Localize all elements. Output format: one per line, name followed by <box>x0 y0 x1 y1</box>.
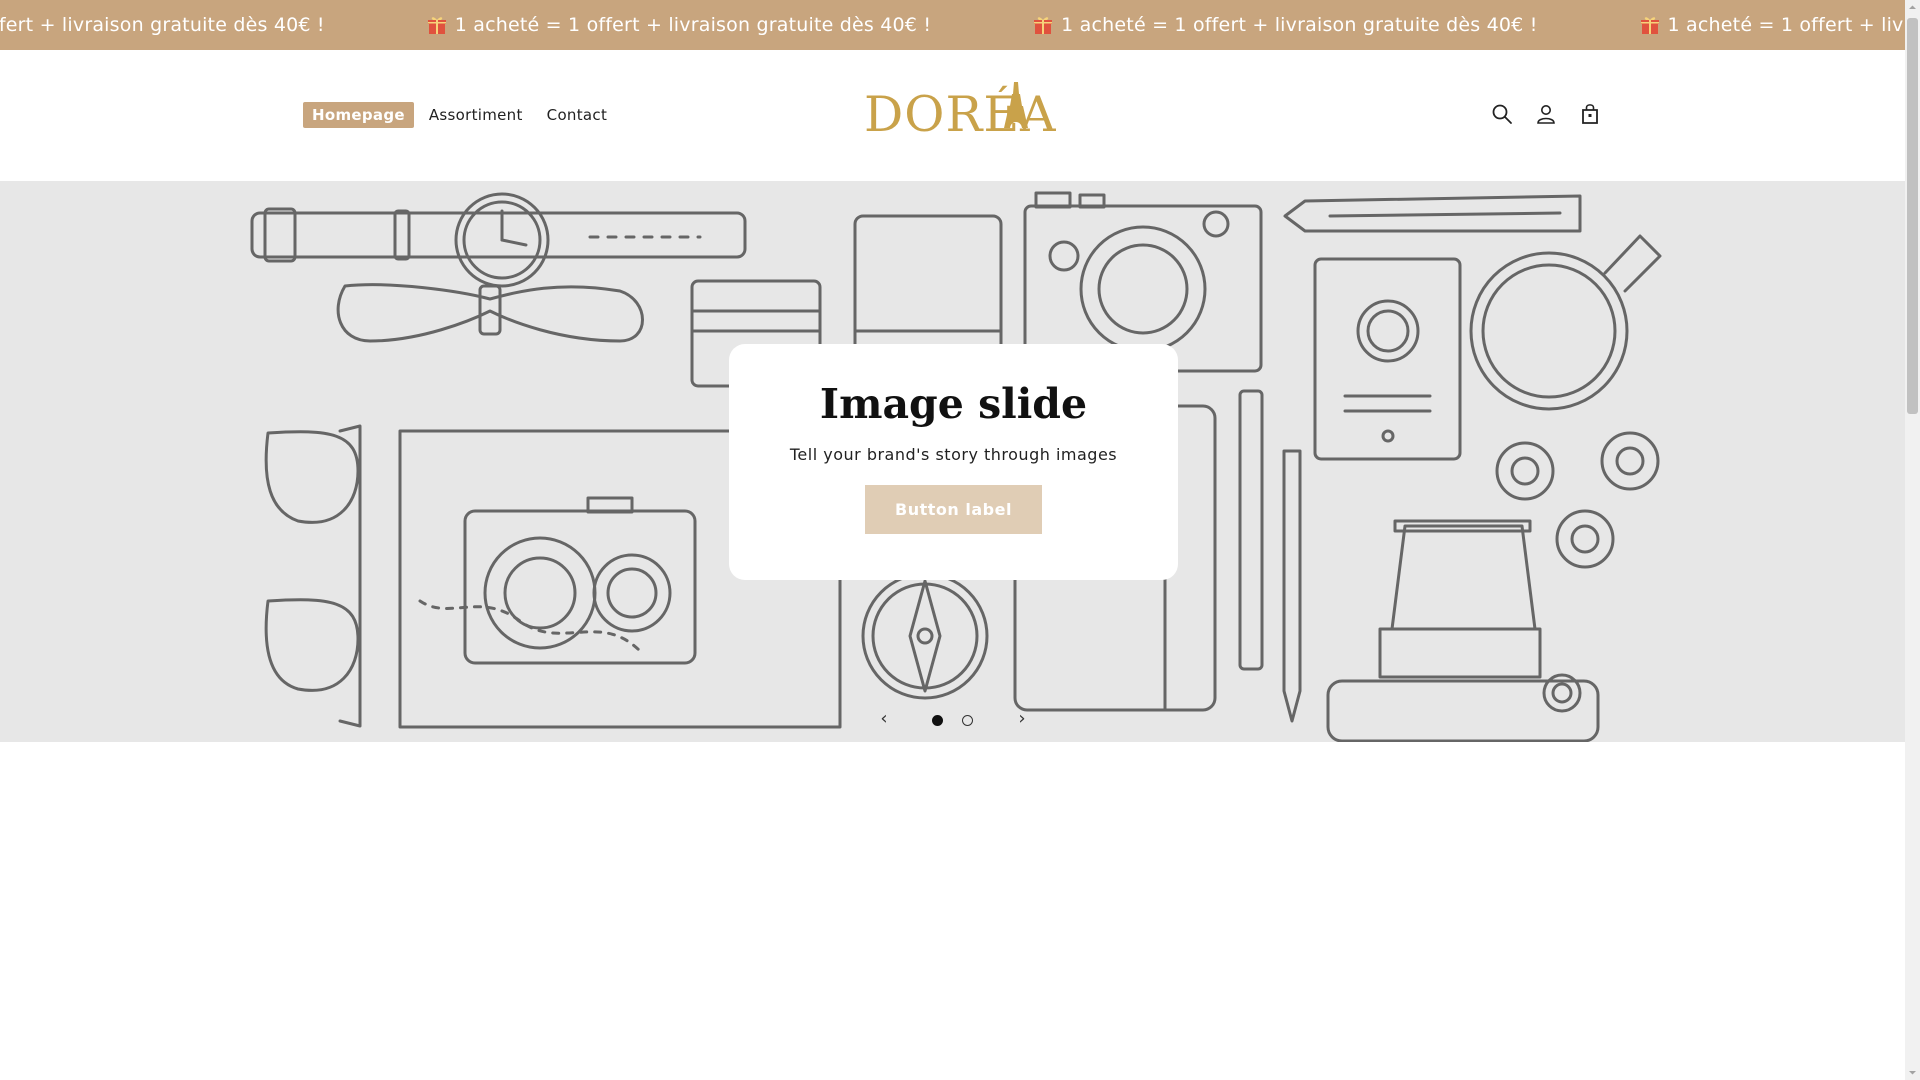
gift-icon <box>1034 17 1053 34</box>
nav-link-assortiment[interactable]: Assortiment <box>420 102 532 128</box>
page-scrollbar[interactable] <box>1905 0 1920 1080</box>
announcement-item: 1 acheté = 1 offert + livraison gratuite… <box>1033 14 1639 36</box>
slideshow-controls: ‹ › <box>873 709 1033 731</box>
slide-dot-1[interactable] <box>932 715 943 726</box>
slide-content-card: Image slide Tell your brand's story thro… <box>729 344 1178 580</box>
slide-next-button[interactable]: › <box>1011 709 1033 731</box>
slide-cta-button[interactable]: Button label <box>865 485 1042 534</box>
gift-icon <box>427 17 446 34</box>
search-icon[interactable] <box>1490 102 1514 126</box>
nav-link-contact[interactable]: Contact <box>538 102 616 128</box>
site-header: Homepage Assortiment Contact DORÉA <box>0 50 1905 181</box>
header-icons <box>1490 102 1602 126</box>
announcement-item: ffert + livraison gratuite dès 40€ ! <box>0 14 325 36</box>
account-icon[interactable] <box>1534 102 1558 126</box>
nav-link-homepage[interactable]: Homepage <box>303 102 414 128</box>
slide-prev-button[interactable]: ‹ <box>873 709 895 731</box>
eiffel-tower-icon <box>1004 76 1028 128</box>
scrollbar-thumb[interactable] <box>1907 18 1918 414</box>
scroll-down-arrow-icon[interactable] <box>1905 1065 1920 1080</box>
announcement-item: 1 acheté = 1 offert + livraison gratuite… <box>427 14 1033 36</box>
slide-dot-2[interactable] <box>962 715 973 726</box>
main-nav: Homepage Assortiment Contact <box>303 102 622 128</box>
cart-icon[interactable] <box>1578 102 1602 126</box>
scroll-up-arrow-icon[interactable] <box>1905 0 1920 15</box>
slide-title: Image slide <box>819 380 1088 428</box>
image-slideshow: Image slide Tell your brand's story thro… <box>0 181 1905 742</box>
announcement-item: 1 acheté = 1 offert + livraison gratu <box>1640 14 1905 36</box>
announcement-track: ffert + livraison gratuite dès 40€ ! 1 a… <box>0 0 1905 50</box>
announcement-bar: ffert + livraison gratuite dès 40€ ! 1 a… <box>0 0 1905 50</box>
gift-icon <box>1640 17 1659 34</box>
brand-logo[interactable]: DORÉA <box>864 76 1056 144</box>
slide-subtitle: Tell your brand's story through images <box>789 445 1118 464</box>
